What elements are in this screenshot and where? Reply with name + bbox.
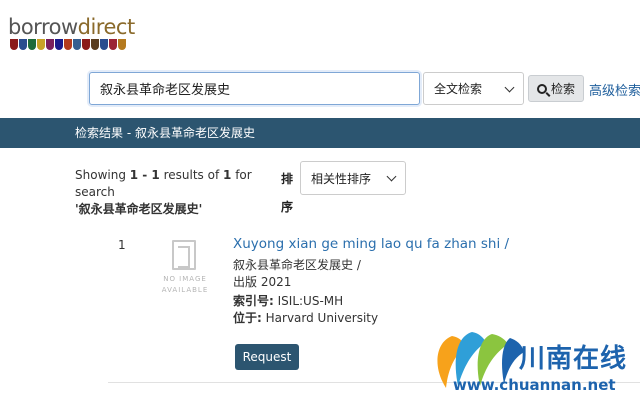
call-number-label: 索引号:: [233, 294, 274, 308]
result-number: 1: [118, 238, 126, 252]
member-shield-icon: [10, 39, 18, 50]
member-shield-icon: [91, 39, 99, 50]
search-button-label: 检索: [550, 82, 575, 96]
member-shield-icon: [55, 39, 63, 50]
location-value: Harvard University: [261, 311, 379, 325]
search-input-value: 叙永县革命老区发展史: [100, 83, 231, 98]
summary-middle: results of: [159, 168, 224, 182]
location-label: 位于:: [233, 311, 262, 325]
borrowdirect-logo[interactable]: borrowdirect: [8, 14, 138, 54]
member-shield-icon: [118, 39, 126, 50]
sort-label: 排序: [281, 172, 294, 214]
member-shield-icon: [100, 39, 108, 50]
logo-text-borrow: borrow: [8, 15, 78, 39]
logo-wordmark: borrowdirect: [8, 14, 135, 40]
results-header-label: 检索结果 - 叙永县革命老区发展史: [75, 126, 255, 140]
search-icon: [536, 83, 547, 94]
logo-text-direct: direct: [77, 15, 136, 39]
watermark-url-text: www.chuannan.net: [453, 376, 616, 394]
call-number-value: ISIL:US-MH: [273, 294, 344, 308]
request-button[interactable]: Request: [235, 344, 299, 370]
no-image-line-2: AVAILABLE: [161, 286, 209, 294]
member-shield-icon: [46, 39, 54, 50]
member-shield-icon: [37, 39, 45, 50]
result-published: 出版 2021: [233, 275, 292, 289]
sort-select[interactable]: 相关性排序: [300, 161, 406, 195]
chevron-down-icon: [504, 82, 515, 92]
result-call-number: 索引号: ISIL:US-MH: [233, 292, 343, 309]
search-type-select[interactable]: 全文检索: [423, 72, 524, 105]
no-image-line-1: NO IMAGE: [163, 275, 207, 283]
results-header-bar: 检索结果 - 叙永县革命老区发展史: [0, 118, 640, 148]
result-title-link[interactable]: Xuyong xian ge ming lao qu fa zhan shi /: [233, 236, 509, 252]
advanced-search-link[interactable]: 高级检索: [589, 80, 640, 99]
no-image-text: NO IMAGE AVAILABLE: [160, 274, 210, 296]
sort-select-value: 相关性排序: [311, 171, 372, 186]
search-type-value: 全文检索: [434, 82, 483, 96]
member-shield-icon: [64, 39, 72, 50]
results-summary: Showing 1 - 1 results of 1 for search '叙永…: [75, 167, 275, 218]
summary-range: 1 - 1: [129, 168, 160, 182]
result-original-title: 叙永县革命老区发展史 /: [233, 258, 361, 272]
logo-shield-row: [10, 39, 126, 50]
member-shield-icon: [109, 39, 117, 50]
watermark-chinese-text: 川南在线: [519, 344, 628, 374]
member-shield-icon: [73, 39, 81, 50]
search-input[interactable]: 叙永县革命老区发展史: [89, 72, 420, 105]
document-icon: [172, 240, 196, 270]
member-shield-icon: [28, 39, 36, 50]
summary-query: '叙永县革命老区发展史': [75, 202, 203, 216]
member-shield-icon: [19, 39, 27, 50]
search-button[interactable]: 检索: [528, 75, 584, 102]
member-shield-icon: [82, 39, 90, 50]
chevron-down-icon: [386, 171, 397, 182]
no-image-thumbnail: NO IMAGE AVAILABLE: [160, 240, 210, 298]
result-location: 位于: Harvard University: [233, 309, 378, 326]
summary-prefix: Showing: [75, 168, 130, 182]
